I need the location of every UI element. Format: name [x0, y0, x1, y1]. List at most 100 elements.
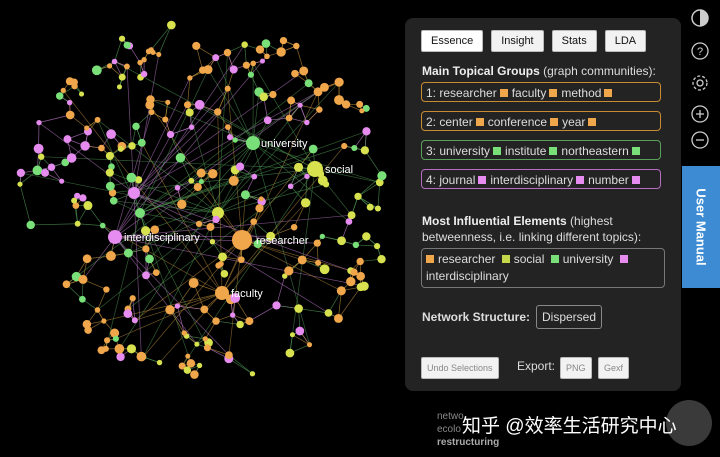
graph-node[interactable] [148, 109, 155, 116]
graph-node[interactable] [359, 108, 365, 114]
graph-node[interactable] [196, 168, 206, 178]
graph-node[interactable] [140, 70, 148, 78]
graph-node[interactable] [308, 144, 318, 154]
graph-node[interactable] [105, 168, 114, 177]
graph-node[interactable] [336, 286, 346, 296]
graph-node[interactable] [240, 190, 250, 200]
group-word[interactable]: university [439, 144, 490, 158]
graph-node[interactable] [32, 165, 43, 176]
graph-node[interactable] [116, 352, 125, 362]
topical-group-4[interactable]: 4: journal interdisciplinary number [421, 169, 661, 189]
undo-selections-button[interactable]: Undo Selections [421, 357, 499, 379]
graph-node[interactable] [190, 370, 199, 379]
graph-node[interactable] [289, 332, 295, 338]
graph-node[interactable] [118, 73, 126, 81]
graph-node[interactable] [324, 309, 333, 317]
graph-node[interactable] [156, 359, 163, 366]
graph-node[interactable] [362, 127, 371, 136]
graph-node[interactable] [203, 65, 213, 75]
graph-node[interactable] [242, 61, 250, 69]
graph-node[interactable] [295, 326, 305, 336]
graph-node[interactable] [105, 251, 116, 261]
graph-node[interactable] [108, 230, 122, 244]
graph-node[interactable] [194, 99, 205, 110]
group-word[interactable]: interdisciplinary [490, 173, 573, 187]
graph-node[interactable] [98, 144, 105, 152]
graph-node[interactable] [114, 343, 125, 354]
graph-node[interactable] [297, 255, 307, 265]
graph-node[interactable] [354, 192, 362, 201]
influential-word[interactable]: interdisciplinary [426, 269, 509, 283]
graph-node[interactable] [60, 87, 66, 94]
graph-node[interactable] [249, 371, 256, 377]
graph-node[interactable] [123, 41, 131, 49]
graph-node[interactable] [117, 146, 124, 152]
graph-node[interactable] [196, 362, 203, 369]
graph-node[interactable] [306, 342, 313, 348]
graph-node[interactable] [186, 359, 196, 368]
graph-node[interactable] [38, 153, 45, 160]
graph-node[interactable] [185, 353, 191, 359]
graph-node[interactable] [285, 114, 293, 122]
graph-node[interactable] [33, 143, 44, 154]
graph-node[interactable] [229, 65, 238, 74]
graph-node[interactable] [167, 20, 176, 30]
graph-node[interactable] [82, 254, 92, 264]
group-word[interactable]: faculty [512, 86, 547, 100]
graph-node[interactable] [79, 194, 87, 202]
graph-node[interactable] [131, 317, 138, 324]
topical-group-2[interactable]: 2: center conference year [421, 111, 661, 131]
graph-node[interactable] [99, 222, 106, 229]
graph-node[interactable] [41, 168, 49, 177]
graph-node[interactable] [101, 318, 107, 324]
graph-node[interactable] [228, 175, 239, 186]
graph-node[interactable] [84, 125, 90, 131]
graph-node[interactable] [272, 301, 281, 310]
influential-word[interactable]: university [563, 252, 617, 266]
graph-node[interactable] [62, 280, 71, 289]
graph-node[interactable] [356, 257, 364, 266]
graph-node[interactable] [103, 286, 110, 293]
graph-nodes[interactable] [16, 20, 387, 379]
graph-node[interactable] [269, 90, 277, 99]
graph-node[interactable] [78, 91, 85, 97]
graph-node[interactable] [94, 307, 101, 313]
graph-node[interactable] [183, 101, 192, 109]
graph-node[interactable] [232, 137, 238, 143]
tab-insight[interactable]: Insight [491, 30, 544, 52]
graph-node[interactable] [66, 99, 73, 106]
graph-node[interactable] [214, 108, 222, 116]
graph-node[interactable] [174, 303, 181, 309]
graph-node[interactable] [212, 215, 220, 224]
graph-node[interactable] [65, 110, 75, 120]
tab-lda[interactable]: LDA [604, 30, 647, 52]
graph-node[interactable] [247, 71, 255, 78]
graph-node[interactable] [26, 220, 35, 230]
graph-node[interactable] [181, 330, 187, 336]
graph-node[interactable] [194, 341, 200, 347]
graph-node[interactable] [377, 254, 386, 264]
graph-node[interactable] [315, 259, 322, 266]
graph-node[interactable] [71, 82, 78, 90]
graph-node[interactable] [145, 254, 154, 264]
settings-gear-icon[interactable] [689, 72, 711, 94]
graph-node[interactable] [362, 232, 371, 241]
tab-essence[interactable]: Essence [421, 30, 484, 52]
graph-node[interactable] [250, 218, 258, 225]
graph-node[interactable] [105, 151, 114, 160]
tab-stats[interactable]: Stats [551, 30, 597, 52]
graph-node[interactable] [276, 47, 286, 57]
graph-node[interactable] [198, 178, 204, 185]
graph-node[interactable] [185, 108, 194, 117]
graph-node[interactable] [166, 130, 175, 139]
graph-node[interactable] [341, 142, 348, 150]
graph-node[interactable] [258, 196, 264, 202]
graph-node[interactable] [145, 100, 155, 110]
graph-node[interactable] [225, 351, 233, 360]
graph-node[interactable] [293, 162, 304, 172]
group-word[interactable]: northeastern [561, 144, 628, 158]
zoom-in-icon[interactable] [689, 103, 711, 125]
influential-word[interactable]: social [514, 252, 548, 266]
graph-node[interactable] [337, 236, 346, 246]
graph-node[interactable] [97, 346, 106, 355]
